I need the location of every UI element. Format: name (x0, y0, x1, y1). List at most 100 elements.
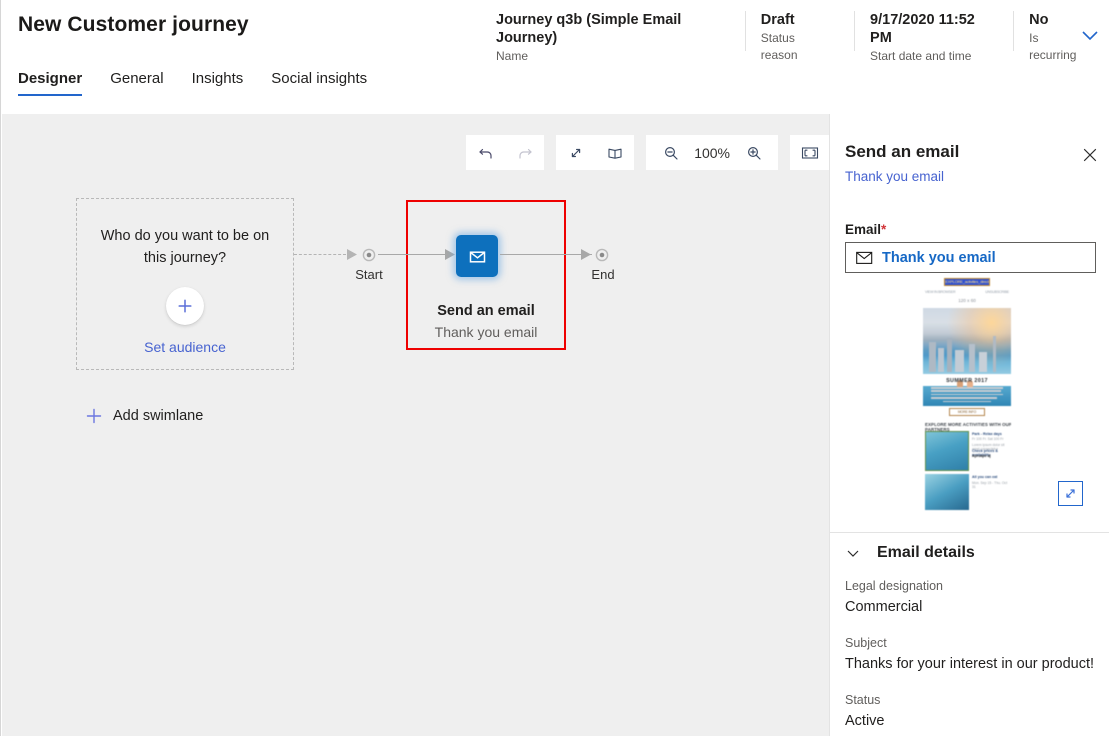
header-meta-group: Journey q3b (Simple Email Journey) Name … (496, 11, 1109, 63)
tab-designer[interactable]: Designer (18, 70, 83, 96)
journey-canvas[interactable]: 100% Who do you want to be on this journ… (2, 114, 829, 736)
start-node-label: Start (355, 267, 383, 282)
zoom-in-button[interactable] (734, 135, 773, 170)
preview-item1-title: Park - Relax days (972, 432, 1002, 436)
preview-hero-image (923, 308, 1011, 406)
page-title: New Customer journey (18, 13, 249, 36)
meta-name: Journey q3b (Simple Email Journey) Name (496, 11, 731, 63)
zoom-out-button[interactable] (651, 135, 691, 170)
preview-item2-title: All you can eat (972, 475, 998, 479)
zoom-level-value: 100% (694, 144, 730, 161)
plus-icon (178, 299, 192, 313)
preview-heading: SUMMER 2017 (946, 378, 988, 384)
arrow-head-icon (347, 249, 357, 260)
preview-browser-link: VIEW IN BROWSER (925, 290, 956, 294)
detail-status-value: Active (845, 713, 885, 729)
fit-to-screen-button[interactable] (790, 135, 829, 170)
detail-status-label: Status (845, 693, 881, 707)
chevron-down-icon (847, 550, 859, 557)
add-swimlane-button[interactable]: Add swimlane (86, 408, 203, 424)
journey-designer-app: New Customer journey Journey q3b (Simple… (0, 0, 1109, 736)
fit-to-screen-icon (801, 146, 818, 159)
preview-cta-text: MORE INFO (957, 410, 977, 414)
fit-button-group (790, 135, 829, 170)
preview-chip-text: EXPLORE_activities_direct (945, 279, 989, 284)
meta-status-reason: Draft Status reason (744, 11, 840, 62)
meta-status-reason-value: Draft (760, 12, 795, 28)
email-lookup-value: Thank you email (882, 249, 996, 266)
preview-item1-bold: Aproape aj (972, 454, 991, 458)
view-button-group (556, 135, 635, 170)
tab-bar: Designer General Insights Social insight… (1, 70, 1109, 112)
email-field-label-text: Email (845, 222, 882, 237)
email-field-label: Email* (845, 222, 886, 237)
email-envelope-icon (456, 235, 498, 277)
preview-item1-image (925, 431, 969, 471)
preview-cta-button: MORE INFO (949, 408, 985, 416)
meta-is-recurring-value: No (1029, 12, 1049, 28)
meta-is-recurring-label: Is recurring (1029, 31, 1077, 62)
email-activity-card[interactable]: Send an email Thank you email (406, 200, 570, 350)
close-panel-button[interactable] (1078, 143, 1102, 167)
swimlane-audience[interactable]: Who do you want to be on this journey? S… (76, 198, 294, 370)
mini-map-button[interactable] (595, 135, 635, 170)
email-preview-thumbnail[interactable]: EXPLORE_activities_direct VIEW IN BROWSE… (923, 276, 1011, 516)
add-swimlane-label: Add swimlane (113, 408, 204, 424)
meta-start-date-value: 9/17/2020 11:52 PM (870, 12, 975, 46)
preview-dimension-text: 120 x 60 (958, 298, 976, 303)
preview-expand-button[interactable] (1058, 481, 1083, 506)
mini-map-icon (608, 148, 622, 159)
connector-out-stub (500, 254, 570, 256)
detail-legal-designation-value: Commercial (845, 599, 923, 615)
redo-button[interactable] (505, 135, 545, 170)
email-card-title: Send an email (437, 303, 535, 319)
swimlane-question: Who do you want to be on this journey? (100, 228, 270, 266)
set-audience-link[interactable]: Set audience (144, 339, 226, 355)
zoom-control-group: 100% (646, 135, 778, 170)
detail-legal-designation: Legal designation Commercial (845, 577, 1100, 618)
expand-diagonal-icon (571, 148, 580, 157)
undo-icon (478, 148, 492, 159)
close-icon (1083, 148, 1097, 162)
preview-paragraph (931, 387, 1003, 404)
undo-button[interactable] (466, 135, 506, 170)
preview-item2-image (925, 474, 969, 510)
meta-name-value: Journey q3b (Simple Email Journey) (496, 12, 682, 46)
meta-name-label: Name (496, 49, 529, 63)
preview-chip: EXPLORE_activities_direct (944, 278, 990, 286)
preview-unsubscribe-link: UNSUBSCRIBE (985, 290, 1009, 294)
chevron-down-icon[interactable] (1079, 24, 1101, 46)
email-properties-panel: Send an email Thank you email Email* Tha… (830, 114, 1109, 736)
tab-social-insights[interactable]: Social insights (271, 70, 367, 96)
meta-start-date: 9/17/2020 11:52 PM Start date and time (854, 11, 999, 63)
zoom-out-icon (664, 146, 678, 160)
panel-subtitle-link[interactable]: Thank you email (845, 169, 944, 184)
zoom-in-icon (747, 146, 761, 160)
email-details-toggle[interactable]: Email details (845, 544, 975, 562)
start-node-icon[interactable] (359, 245, 379, 265)
expand-canvas-button[interactable] (556, 135, 596, 170)
meta-start-date-label: Start date and time (870, 49, 972, 63)
connector-dashed-to-start (294, 254, 346, 255)
tab-insights[interactable]: Insights (192, 70, 244, 96)
expand-diagonal-icon (1066, 489, 1075, 498)
detail-subject-label: Subject (845, 636, 887, 650)
required-marker: * (881, 222, 887, 237)
end-node-label: End (591, 267, 615, 282)
email-lookup-field[interactable]: Thank you email (845, 242, 1096, 273)
app-header: New Customer journey Journey q3b (Simple… (1, 0, 1109, 63)
preview-item2-line1: Mon. Sep 15 - Thu. Oct 31 (972, 481, 1008, 489)
canvas-toolbar: 100% (466, 135, 829, 170)
panel-section-divider (830, 532, 1109, 533)
tab-general[interactable]: General (110, 70, 163, 96)
detail-legal-designation-label: Legal designation (845, 579, 943, 593)
detail-subject-value: Thanks for your interest in our product! (845, 656, 1095, 672)
plus-icon (86, 408, 102, 424)
panel-title: Send an email (845, 142, 960, 161)
preview-item1-line1: Fr 100 Fr. Sat 100 Fr (972, 437, 1004, 441)
history-button-group (466, 135, 545, 170)
add-audience-button[interactable] (166, 287, 204, 325)
end-node-icon[interactable] (592, 245, 612, 265)
email-details-title: Email details (877, 544, 975, 561)
redo-icon (519, 148, 532, 159)
